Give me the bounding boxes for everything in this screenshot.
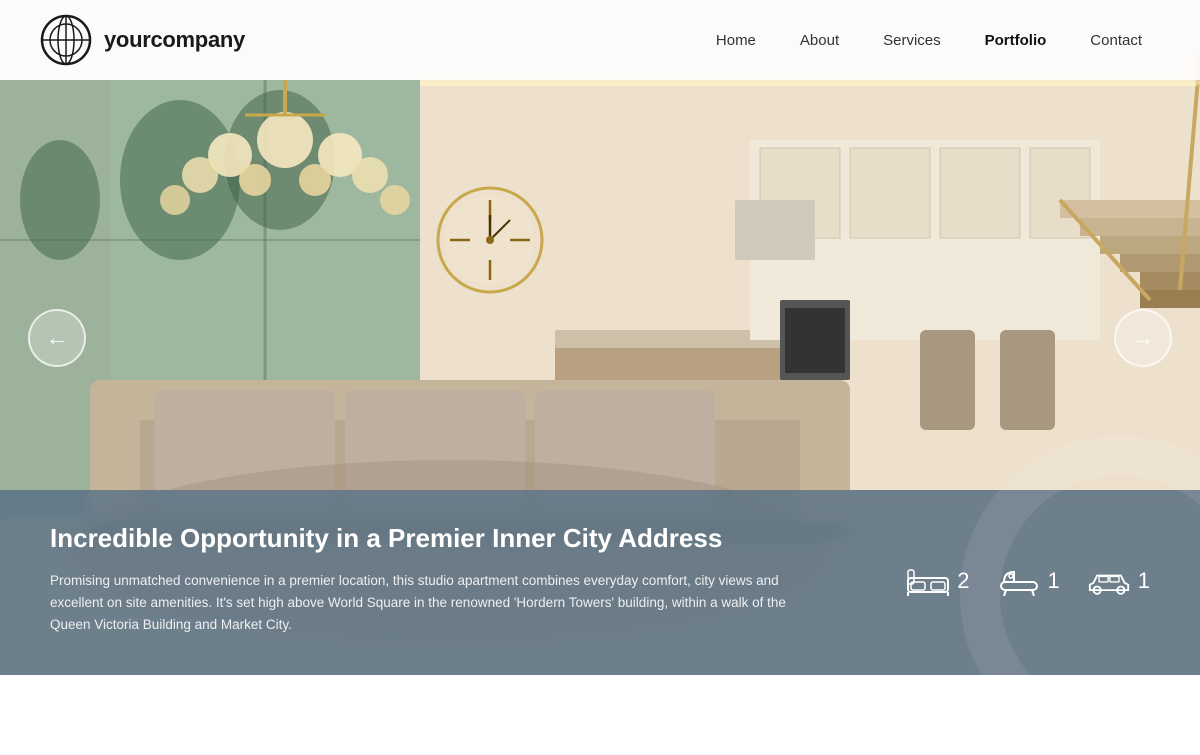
bath-amenity: 1 xyxy=(998,565,1060,597)
next-slide-button[interactable]: → xyxy=(1114,309,1172,367)
nav-home[interactable]: Home xyxy=(698,24,774,57)
logo-icon xyxy=(40,14,92,66)
nav-links: Home About Services Portfolio Contact xyxy=(698,24,1160,57)
bed-amenity: 2 xyxy=(907,565,969,597)
nav-about[interactable]: About xyxy=(782,24,857,57)
listing-amenities: 2 1 xyxy=(890,522,1150,639)
bath-icon xyxy=(998,565,1040,597)
car-icon xyxy=(1088,565,1130,597)
brand-name: yourcompany xyxy=(104,27,245,53)
listing-description: Promising unmatched convenience in a pre… xyxy=(50,570,810,637)
bed-icon xyxy=(907,565,949,597)
car-amenity: 1 xyxy=(1088,565,1150,597)
car-count: 1 xyxy=(1138,568,1150,594)
bed-count: 2 xyxy=(957,568,969,594)
next-arrow-icon: → xyxy=(1132,325,1154,351)
prev-arrow-icon: ← xyxy=(46,325,68,351)
navbar: yourcompany Home About Services Portfoli… xyxy=(0,0,1200,80)
nav-services[interactable]: Services xyxy=(865,24,959,57)
prev-slide-button[interactable]: ← xyxy=(28,309,86,367)
bath-count: 1 xyxy=(1048,568,1060,594)
listing-text-area: Incredible Opportunity in a Premier Inne… xyxy=(50,522,890,639)
logo[interactable]: yourcompany xyxy=(40,14,245,66)
nav-portfolio[interactable]: Portfolio xyxy=(967,24,1065,57)
listing-info-card: Incredible Opportunity in a Premier Inne… xyxy=(0,490,1200,675)
listing-title: Incredible Opportunity in a Premier Inne… xyxy=(50,522,850,556)
nav-contact[interactable]: Contact xyxy=(1072,24,1160,57)
